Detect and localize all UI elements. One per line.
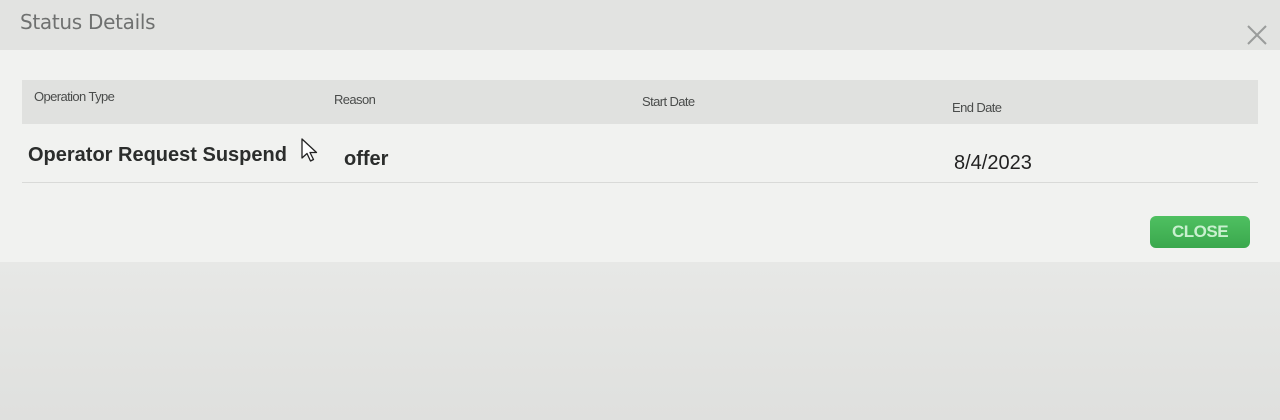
column-header-operation-type: Operation Type [34,89,115,104]
table-header: Operation Type Reason Start Date End Dat… [22,80,1258,124]
status-details-dialog: Status Details Operation Type Reason Sta… [0,0,1280,420]
close-icon[interactable] [1244,22,1270,48]
column-header-reason: Reason [334,92,376,107]
cell-operation-type: Operator Request Suspend [28,144,287,166]
dialog-footer-area [0,262,1280,420]
table-row[interactable]: Operator Request Suspend offer 8/4/2023 [22,130,1258,183]
cell-reason: offer [344,148,389,170]
mouse-cursor-icon [300,138,322,164]
dialog-title: Status Details [20,10,156,34]
column-header-end-date: End Date [952,100,1002,115]
dialog-title-bar: Status Details [0,0,1280,50]
close-button[interactable]: CLOSE [1150,216,1250,248]
cell-end-date: 8/4/2023 [954,152,1032,174]
column-header-start-date: Start Date [642,94,695,109]
